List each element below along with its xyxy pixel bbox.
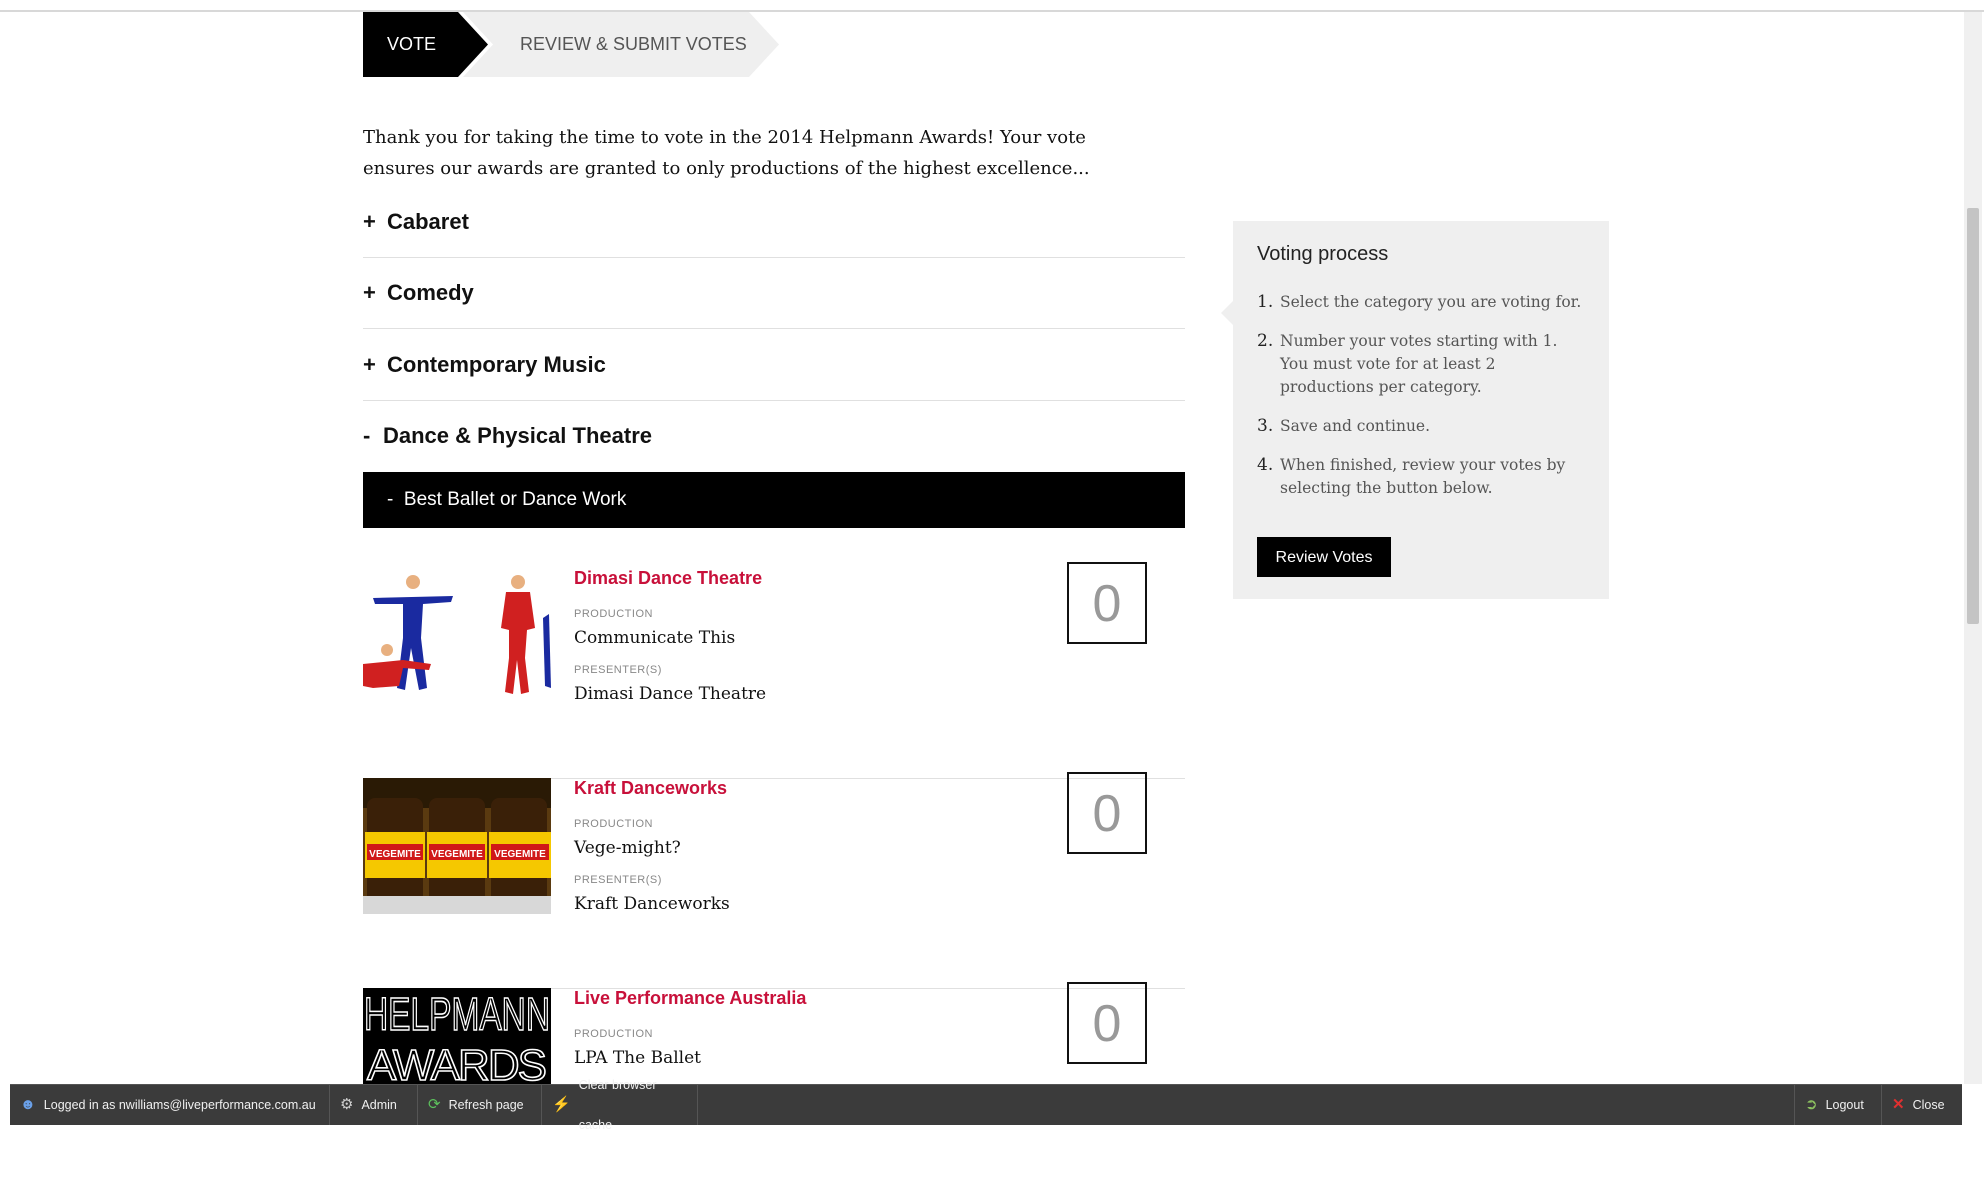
production-label: PRODUCTION — [574, 1028, 653, 1040]
logout-icon: ➲ — [1805, 1096, 1818, 1113]
expand-icon: + — [363, 280, 376, 305]
close-label: Close — [1912, 1098, 1945, 1112]
step-text: When finished, review your votes by sele… — [1280, 456, 1566, 497]
admin-button[interactable]: ⚙ Admin — [330, 1085, 418, 1125]
subcategory-label: Best Ballet or Dance Work — [403, 489, 627, 510]
step-text: Save and continue. — [1280, 417, 1431, 435]
vote-number-input[interactable]: 0 — [1067, 562, 1147, 644]
nominee-image: VEGEMITE VEGEMITE VEGEMITE — [363, 778, 551, 914]
category-label: Cabaret — [387, 209, 469, 234]
expand-icon: + — [363, 352, 376, 377]
voting-steps-list: 1. Select the category you are voting for… — [1257, 291, 1587, 516]
voting-step: 2. Number your votes starting with 1. You… — [1257, 330, 1587, 399]
step-number: 3. — [1257, 416, 1274, 436]
logged-in-status: ☻ Logged in as nwilliams@liveperformance.… — [10, 1085, 330, 1125]
clear-cache-label: Clear browser cache — [578, 1078, 657, 1132]
user-icon: ☻ — [20, 1096, 36, 1113]
voting-step: 4. When finished, review your votes by se… — [1257, 454, 1587, 500]
logout-label: Logout — [1825, 1098, 1864, 1112]
presenters-label: PRESENTER(S) — [574, 664, 662, 676]
collapse-icon: - — [363, 423, 371, 448]
admin-label: Admin — [361, 1098, 397, 1112]
step-number: 1. — [1257, 292, 1274, 312]
admin-toolbar: ☻ Logged in as nwilliams@liveperformance.… — [10, 1078, 1962, 1132]
refresh-label: Refresh page — [448, 1098, 524, 1112]
logout-button[interactable]: ➲ Logout — [1794, 1085, 1882, 1125]
collapse-icon: - — [387, 489, 394, 510]
category-label: Comedy — [387, 280, 474, 305]
nominee-logo: HELPMANN AWARDS — [363, 988, 551, 1084]
category-cabaret[interactable]: + Cabaret — [363, 186, 1185, 258]
nominee-item: Dimasi Dance Theatre PRODUCTION Communic… — [363, 562, 1185, 779]
close-icon: ✕ — [1892, 1096, 1905, 1113]
production-value: Vege-might? — [574, 838, 681, 858]
lightning-icon: ⚡ — [552, 1096, 571, 1113]
vote-number-input[interactable]: 0 — [1067, 982, 1147, 1064]
voting-process-title: Voting process — [1257, 243, 1389, 265]
jar-label-text: VEGEMITE — [494, 849, 546, 860]
step-vote-tab[interactable]: VOTE — [363, 12, 488, 77]
step-text: Select the category you are voting for. — [1280, 293, 1582, 311]
production-label: PRODUCTION — [574, 608, 653, 620]
browser-top-border — [0, 0, 1984, 12]
gear-icon: ⚙ — [340, 1096, 354, 1113]
voting-step: 3. Save and continue. — [1257, 415, 1587, 438]
page-scrollbar[interactable] — [1964, 12, 1982, 1084]
logged-in-label: Logged in as nwilliams@liveperformance.c… — [43, 1098, 316, 1112]
production-value: Communicate This — [574, 628, 736, 648]
category-contemporary-music[interactable]: + Contemporary Music — [363, 329, 1185, 401]
review-votes-button[interactable]: Review Votes — [1257, 537, 1391, 577]
logo-text: HELPMANN — [364, 988, 550, 1040]
step-number: 4. — [1257, 455, 1274, 475]
scrollbar-thumb[interactable] — [1967, 208, 1979, 624]
production-label: PRODUCTION — [574, 818, 653, 830]
jar-label-text: VEGEMITE — [431, 849, 483, 860]
vote-number-input[interactable]: 0 — [1067, 772, 1147, 854]
subcategory-best-ballet-or-dance-work[interactable]: - Best Ballet or Dance Work — [363, 472, 1185, 528]
refresh-page-button[interactable]: ⟳ Refresh page — [418, 1085, 542, 1125]
category-dance-physical-theatre[interactable]: - Dance & Physical Theatre — [363, 400, 1185, 471]
nominee-item: VEGEMITE VEGEMITE VEGEMITE Kraft Dancewo… — [363, 772, 1185, 989]
nominee-name[interactable]: Dimasi Dance Theatre — [574, 568, 762, 589]
close-button[interactable]: ✕ Close — [1882, 1085, 1962, 1125]
step-review-submit-tab[interactable]: REVIEW & SUBMIT VOTES — [463, 12, 779, 77]
refresh-icon: ⟳ — [428, 1096, 441, 1113]
category-comedy[interactable]: + Comedy — [363, 257, 1185, 329]
step-text: Number your votes starting with 1. You m… — [1280, 332, 1558, 396]
voting-step: 1. Select the category you are voting for… — [1257, 291, 1587, 314]
category-label: Contemporary Music — [387, 352, 606, 377]
presenter-value: Kraft Danceworks — [574, 894, 730, 914]
voting-process-panel: Voting process 1. Select the category you… — [1221, 221, 1609, 599]
category-label: Dance & Physical Theatre — [383, 423, 653, 448]
clear-cache-button[interactable]: ⚡ Clear browser cache — [542, 1078, 698, 1132]
nominee-image — [363, 568, 551, 704]
presenters-label: PRESENTER(S) — [574, 874, 662, 886]
nominee-name[interactable]: Kraft Danceworks — [574, 778, 727, 799]
logo-text: AWARDS — [367, 1041, 547, 1084]
jar-label-text: VEGEMITE — [369, 849, 421, 860]
expand-icon: + — [363, 209, 376, 234]
presenter-value: Dimasi Dance Theatre — [574, 684, 767, 704]
step-number: 2. — [1257, 331, 1274, 351]
intro-text: Thank you for taking the time to vote in… — [363, 127, 1090, 179]
nominee-name[interactable]: Live Performance Australia — [574, 988, 806, 1009]
